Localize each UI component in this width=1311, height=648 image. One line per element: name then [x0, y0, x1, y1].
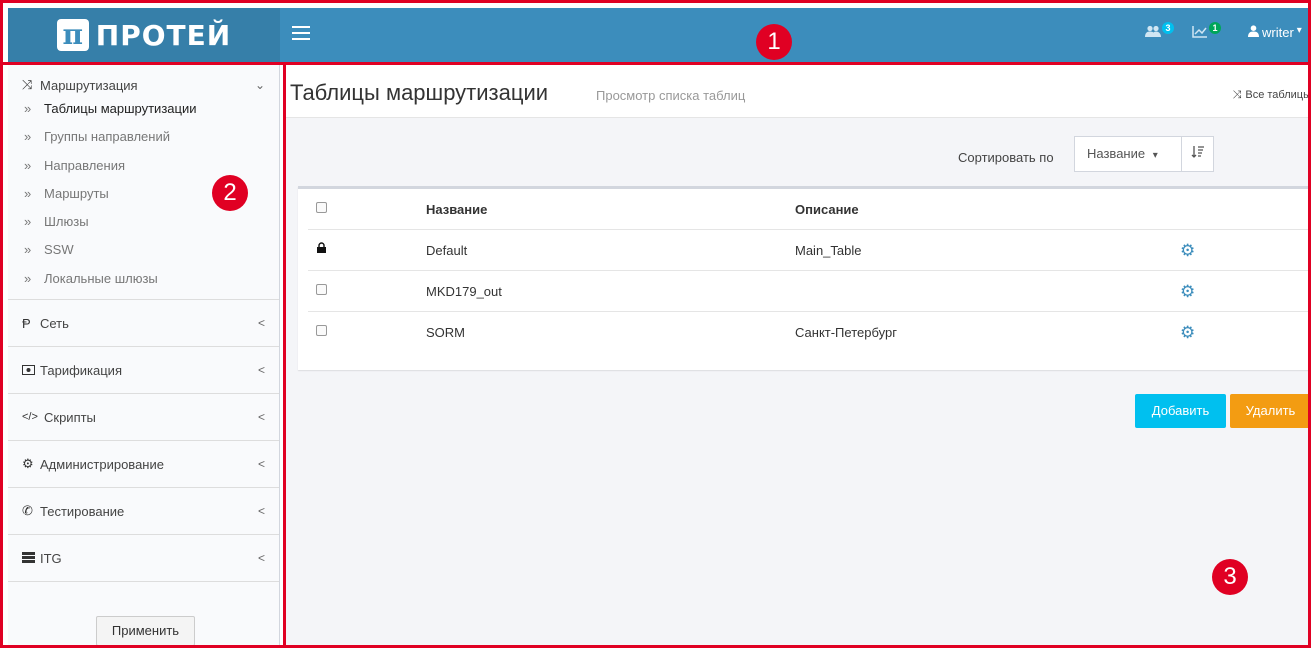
- sidebar-item-routing[interactable]: ⤨ Маршрутизация ⌄: [8, 62, 279, 108]
- shuffle-icon: ⤨: [22, 77, 33, 92]
- code-icon: </>: [22, 411, 38, 424]
- select-all-checkbox[interactable]: [316, 202, 327, 213]
- protei-logo-mark: π: [56, 19, 89, 51]
- column-header-description[interactable]: Описание: [795, 202, 859, 217]
- sidebar-item-admin[interactable]: ⚙ Администрирование <: [8, 441, 279, 487]
- caret-down-icon: ▾: [1152, 150, 1158, 161]
- sidebar-group-itg: ITG <: [8, 535, 279, 583]
- main-content: Таблицы маршрутизации Просмотр списка та…: [286, 68, 1311, 648]
- gear-icon[interactable]: ⚙: [1180, 282, 1195, 302]
- table-cell-name: SORM: [426, 325, 465, 340]
- sidebar: ⤨ Маршрутизация ⌄ » Таблицы маршрутизации…: [8, 62, 280, 648]
- sidebar-item-scripts[interactable]: </> Скрипты <: [8, 394, 279, 440]
- network-icon: Ᵽ: [22, 315, 31, 331]
- submenu-direction-groups[interactable]: » Группы направлений: [24, 123, 279, 151]
- table-header-row: Название Описание: [308, 189, 1311, 230]
- sidebar-item-label: ITG: [40, 550, 62, 566]
- submenu-directions[interactable]: » Направления: [24, 152, 279, 180]
- table-cell-name: Default: [426, 243, 468, 258]
- lock-icon: [317, 242, 326, 256]
- routing-tables-table: Название Описание Default Main_Table ⚙ M…: [298, 186, 1311, 370]
- sidebar-group-scripts: </> Скрипты <: [8, 394, 279, 442]
- chevron-left-icon: <: [257, 363, 265, 378]
- annotation-marker-1: 1: [756, 24, 792, 60]
- gears-icon: ⚙: [22, 456, 34, 472]
- sidebar-item-label: Маршрутизация: [40, 77, 138, 93]
- content-header: Таблицы маршрутизации Просмотр списка та…: [286, 68, 1311, 118]
- sidebar-item-itg[interactable]: ITG <: [8, 535, 279, 581]
- table-row[interactable]: SORM Санкт-Петербург ⚙: [308, 312, 1311, 353]
- sidebar-item-billing[interactable]: Тарификация <: [8, 347, 279, 393]
- sidebar-item-label: Тарификация: [40, 362, 122, 378]
- gear-icon[interactable]: ⚙: [1180, 323, 1195, 343]
- chevron-left-icon: <: [257, 457, 265, 472]
- submenu-local-gateways[interactable]: » Локальные шлюзы: [24, 265, 279, 293]
- user-icon: [1248, 25, 1259, 40]
- chevron-left-icon: <: [257, 504, 265, 519]
- brand-logo[interactable]: π ПРОТЕЙ: [8, 8, 280, 62]
- add-button[interactable]: Добавить: [1135, 394, 1226, 428]
- delete-button[interactable]: Удалить: [1230, 394, 1311, 428]
- phone-icon: ✆: [22, 503, 33, 519]
- gear-icon[interactable]: ⚙: [1180, 241, 1195, 261]
- user-menu[interactable]: writer ▾: [1248, 25, 1302, 40]
- stats-notification[interactable]: 1: [1192, 22, 1221, 41]
- table-row[interactable]: MKD179_out ⚙: [308, 271, 1311, 312]
- table-cell-description: Main_Table: [795, 243, 862, 258]
- sidebar-group-testing: ✆ Тестирование <: [8, 488, 279, 536]
- users-icon: [1145, 25, 1161, 41]
- sidebar-item-label: Сеть: [40, 315, 69, 331]
- row-checkbox[interactable]: [316, 325, 327, 336]
- sidebar-item-label: Администрирование: [40, 456, 164, 472]
- server-icon: [22, 551, 40, 566]
- menu-toggle-icon[interactable]: [292, 26, 310, 40]
- chevron-left-icon: <: [257, 316, 265, 331]
- sidebar-group-admin: ⚙ Администрирование <: [8, 441, 279, 489]
- line-chart-icon: [1192, 25, 1208, 41]
- sort-field-value: Название: [1087, 146, 1146, 161]
- users-count-badge: 3: [1162, 22, 1174, 34]
- annotation-marker-3: 3: [1212, 559, 1248, 595]
- money-icon: [22, 363, 40, 378]
- row-checkbox[interactable]: [316, 284, 327, 295]
- top-navbar: 3 1 writer ▾: [280, 8, 1311, 62]
- page-subtitle: Просмотр списка таблиц: [596, 88, 746, 103]
- sort-label: Сортировать по: [958, 150, 1054, 165]
- chevron-down-icon: ⌄: [254, 78, 265, 92]
- table-cell-name: MKD179_out: [426, 284, 502, 299]
- column-header-name[interactable]: Название: [426, 202, 487, 217]
- sidebar-group-billing: Тарификация <: [8, 347, 279, 395]
- caret-down-icon: ▾: [1296, 25, 1302, 36]
- chevron-left-icon: <: [257, 551, 265, 566]
- username: writer: [1262, 25, 1294, 40]
- shuffle-icon: ⤨: [1232, 89, 1242, 101]
- page-title: Таблицы маршрутизации: [290, 80, 549, 105]
- sort-field-select[interactable]: Название ▾: [1074, 136, 1182, 172]
- stats-count-badge: 1: [1209, 22, 1221, 34]
- sort-direction-button[interactable]: [1181, 136, 1214, 172]
- submenu-gateways[interactable]: » Шлюзы: [24, 208, 279, 236]
- sidebar-item-testing[interactable]: ✆ Тестирование <: [8, 488, 279, 534]
- chevron-left-icon: <: [257, 410, 265, 425]
- sidebar-item-label: Скрипты: [44, 409, 96, 425]
- table-row[interactable]: Default Main_Table ⚙: [308, 230, 1311, 271]
- annotation-marker-2: 2: [212, 175, 248, 211]
- table-cell-description: Санкт-Петербург: [795, 325, 897, 340]
- sidebar-group-network: Ᵽ Сеть <: [8, 300, 279, 348]
- sort-amount-icon: [1191, 146, 1205, 162]
- all-tables-link[interactable]: ⤨ Все таблицы: [1233, 89, 1311, 102]
- apply-button[interactable]: Применить: [96, 616, 195, 646]
- users-notification[interactable]: 3: [1145, 22, 1174, 41]
- sidebar-item-network[interactable]: Ᵽ Сеть <: [8, 300, 279, 346]
- sidebar-item-label: Тестирование: [40, 503, 125, 519]
- submenu-ssw[interactable]: » SSW: [24, 236, 279, 264]
- brand-name: ПРОТЕЙ: [95, 18, 232, 52]
